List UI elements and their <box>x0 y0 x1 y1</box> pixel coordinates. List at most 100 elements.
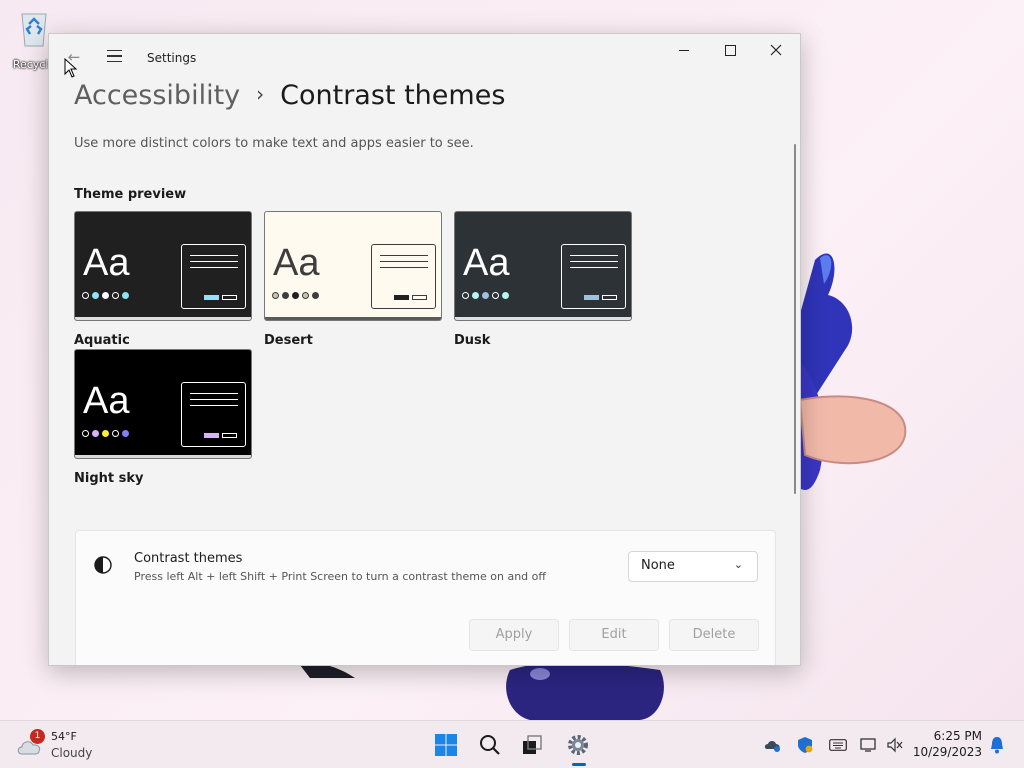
color-dot <box>112 292 119 299</box>
nav-menu-button[interactable] <box>103 46 125 68</box>
breadcrumb: Accessibility › Contrast themes <box>74 80 505 111</box>
theme-card-aquatic[interactable]: Aa Aquatic <box>74 211 252 348</box>
active-app-indicator <box>572 763 586 766</box>
network-icon <box>860 738 876 752</box>
color-dot <box>92 292 99 299</box>
theme-card-dusk[interactable]: Aa Dusk <box>454 211 632 348</box>
notifications-tray[interactable] <box>988 736 1006 754</box>
network-tray[interactable] <box>860 736 878 754</box>
onedrive-icon <box>764 741 780 752</box>
theme-name: Aquatic <box>74 333 130 348</box>
taskbar-clock[interactable]: 6:25 PM 10/29/2023 <box>912 728 982 760</box>
theme-name: Night sky <box>74 471 144 486</box>
weather-temp: 54°F <box>51 730 77 743</box>
recycle-bin-icon <box>21 13 47 47</box>
theme-name: Desert <box>264 333 313 348</box>
color-dot <box>502 292 509 299</box>
color-dot <box>462 292 469 299</box>
delete-button[interactable]: Delete <box>669 619 759 651</box>
breadcrumb-parent-link[interactable]: Accessibility <box>74 80 240 111</box>
color-dot <box>112 430 119 437</box>
weather-widget[interactable]: 1 54°F Cloudy <box>16 729 106 763</box>
minimize-button[interactable] <box>661 34 707 66</box>
volume-icon <box>887 737 903 753</box>
search-icon <box>480 735 500 755</box>
theme-color-dots <box>272 292 319 299</box>
theme-color-dots <box>82 292 129 299</box>
task-view-button[interactable] <box>516 729 548 761</box>
contrast-themes-title: Contrast themes <box>134 551 243 566</box>
start-icon <box>435 734 457 756</box>
color-dot <box>472 292 479 299</box>
theme-window-sample <box>181 382 246 447</box>
weather-condition: Cloudy <box>51 746 93 760</box>
color-dot <box>302 292 309 299</box>
theme-preview-image: Aa <box>74 349 252 459</box>
onedrive-tray[interactable] <box>764 736 782 754</box>
color-dot <box>282 292 289 299</box>
color-dot <box>122 430 129 437</box>
contrast-icon <box>94 556 112 574</box>
apply-button[interactable]: Apply <box>469 619 559 651</box>
clock-date: 10/29/2023 <box>912 745 982 759</box>
edit-button[interactable]: Edit <box>569 619 659 651</box>
theme-sample-text: Aa <box>273 242 320 284</box>
color-dot <box>102 292 109 299</box>
theme-color-dots <box>82 430 129 437</box>
theme-preview-image: Aa <box>264 211 442 321</box>
theme-color-dots <box>462 292 509 299</box>
page-title: Contrast themes <box>280 80 506 111</box>
notification-badge: 1 <box>30 729 45 744</box>
theme-card-desert[interactable]: Aa Desert <box>264 211 442 348</box>
color-dot <box>82 292 89 299</box>
maximize-icon <box>724 44 736 56</box>
color-dot <box>102 430 109 437</box>
color-dot <box>82 430 89 437</box>
keyboard-icon <box>829 739 847 751</box>
theme-preview-image: Aa <box>74 211 252 321</box>
contrast-theme-dropdown[interactable]: None ⌄ <box>628 551 758 582</box>
breadcrumb-separator: › <box>256 82 265 106</box>
wallpaper-mascot-feet <box>506 662 664 720</box>
color-dot <box>272 292 279 299</box>
security-icon <box>798 737 813 753</box>
theme-sample-text: Aa <box>83 380 130 422</box>
theme-card-night-sky[interactable]: Aa Night sky <box>74 349 252 486</box>
color-dot <box>492 292 499 299</box>
contrast-themes-subtitle: Press left Alt + left Shift + Print Scre… <box>134 570 546 583</box>
task-view-icon <box>523 735 542 754</box>
taskbar: 1 54°F Cloudy 6:25 PM 10/29/2023 <box>0 720 1024 768</box>
settings-icon <box>568 735 588 755</box>
bell-icon <box>991 737 1003 754</box>
settings-window: ← Settings Accessibility › Contrast themes… <box>48 33 801 666</box>
maximize-button[interactable] <box>707 34 753 66</box>
color-dot <box>292 292 299 299</box>
contrast-themes-setting: Contrast themes Press left Alt + left Sh… <box>75 530 776 665</box>
theme-preview-label: Theme preview <box>74 187 187 202</box>
volume-tray[interactable] <box>886 736 904 754</box>
start-button[interactable] <box>430 729 462 761</box>
clock-time: 6:25 PM <box>933 729 982 743</box>
color-dot <box>92 430 99 437</box>
color-dot <box>312 292 319 299</box>
chevron-down-icon: ⌄ <box>733 558 743 571</box>
theme-window-sample <box>181 244 246 309</box>
theme-name: Dusk <box>454 333 491 348</box>
color-dot <box>482 292 489 299</box>
settings-taskbar-button[interactable] <box>562 729 594 761</box>
color-dot <box>122 292 129 299</box>
theme-sample-text: Aa <box>463 242 510 284</box>
keyboard-tray[interactable] <box>829 736 847 754</box>
window-title: Settings <box>147 51 197 65</box>
mouse-cursor-icon <box>64 58 78 78</box>
theme-preview-image: Aa <box>454 211 632 321</box>
security-tray[interactable] <box>796 736 814 754</box>
page-description: Use more distinct colors to make text an… <box>74 136 474 151</box>
close-button[interactable] <box>753 34 799 66</box>
search-button[interactable] <box>474 729 506 761</box>
vertical-scrollbar[interactable] <box>794 144 796 494</box>
theme-window-sample <box>561 244 626 309</box>
minimize-icon <box>679 49 689 51</box>
theme-window-sample <box>371 244 436 309</box>
theme-sample-text: Aa <box>83 242 130 284</box>
